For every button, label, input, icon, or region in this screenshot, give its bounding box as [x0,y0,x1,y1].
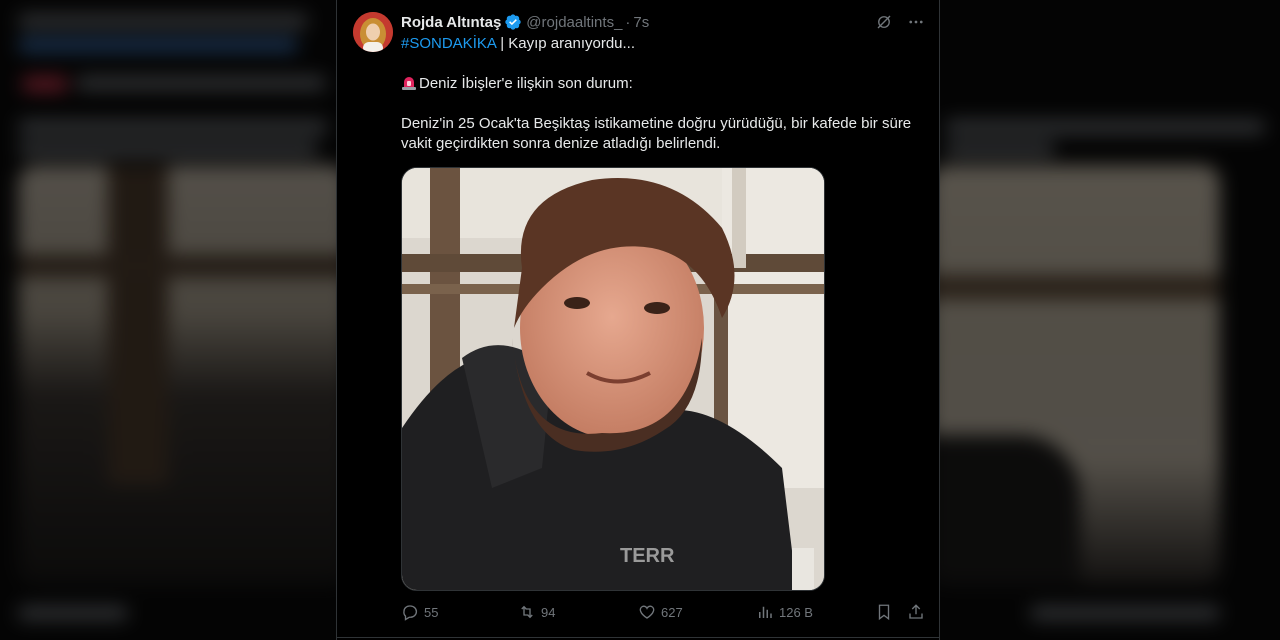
photo-illustration: TERR [402,168,824,590]
tweet-text-line2: Deniz İbişler'e ilişkin son durum: [419,75,633,92]
share-icon[interactable] [907,603,925,621]
tweet-card[interactable]: Rojda Altıntaş @rojdaaltints_ · 7s #SOND… [336,0,940,640]
like-count: 627 [661,604,683,620]
tweet-photo[interactable]: TERR [401,167,825,591]
more-icon[interactable] [907,13,925,31]
bookmark-icon[interactable] [875,603,893,621]
hashtag-link[interactable]: #SONDAKİKA [401,35,496,52]
like-button[interactable]: 627 [638,603,756,621]
tweet-header: Rojda Altıntaş @rojdaaltints_ · 7s [401,12,925,32]
repost-count: 94 [541,604,556,620]
photo-caption-text: TERR [620,545,675,567]
separator-dot: · [625,13,631,31]
tweet-text: #SONDAKİKA | Kayıp aranıyordu... Deniz İ… [401,34,921,154]
reply-count: 55 [424,604,439,620]
tweet-actions: 55 94 627 126 B [401,602,925,622]
siren-emoji [402,77,416,90]
repost-button[interactable]: 94 [518,603,638,621]
repost-icon [521,605,533,619]
like-icon [639,605,655,619]
verified-badge-icon[interactable] [504,13,522,31]
reply-button[interactable]: 55 [401,603,518,621]
grok-icon[interactable] [875,13,893,31]
author-handle[interactable]: @rojdaaltints_ [526,14,622,31]
tweet-timestamp[interactable]: 7s [633,14,649,31]
author-avatar[interactable] [353,12,393,52]
author-display-name[interactable]: Rojda Altıntaş [401,14,501,31]
tweet-text-line3: Deniz'in 25 Ocak'ta Beşiktaş istikametin… [401,115,912,152]
tweet-text-line1: | Kayıp aranıyordu... [496,35,636,52]
views-button[interactable]: 126 B [756,603,866,621]
reply-icon [403,605,418,621]
view-count: 126 B [779,604,813,620]
views-icon [759,606,772,618]
